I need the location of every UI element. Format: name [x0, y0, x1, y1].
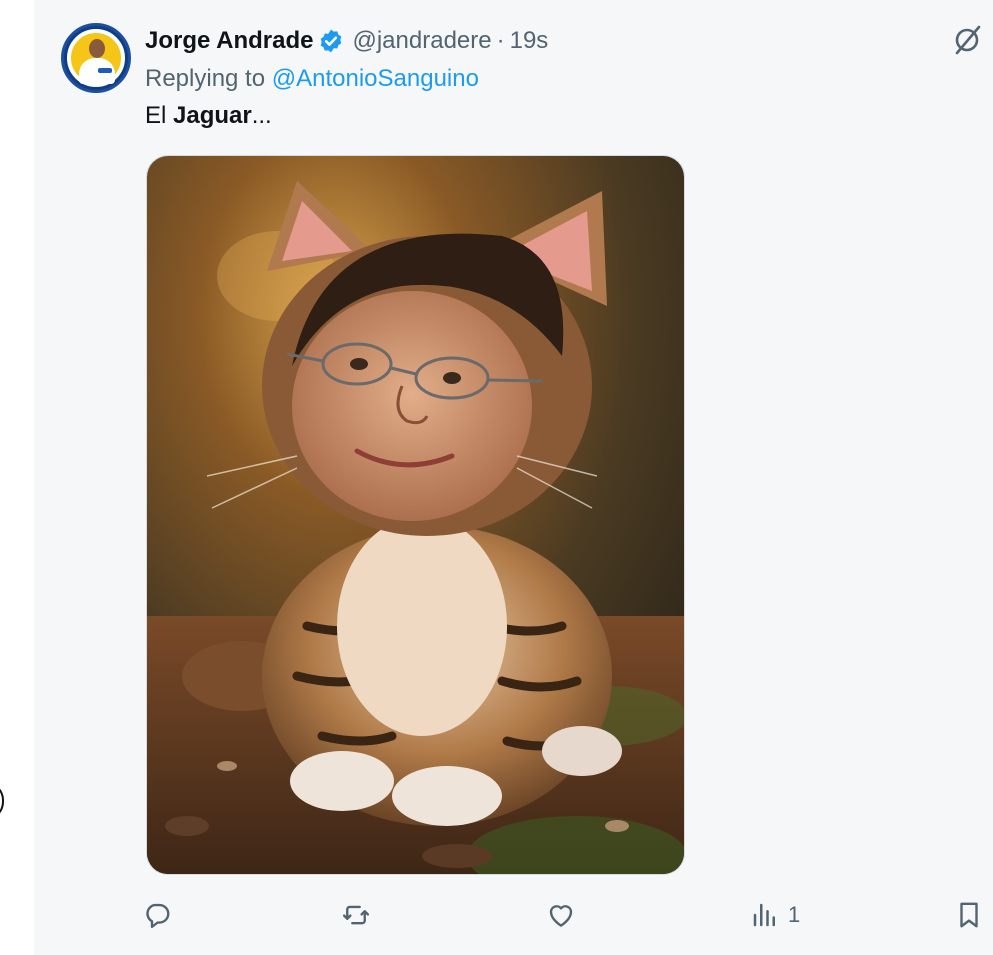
replying-prefix: Replying to [145, 65, 272, 92]
tweet-card[interactable]: Jorge Andrade @jandradere · 19s Replying… [34, 0, 993, 955]
author-handle[interactable]: @jandradere [352, 26, 491, 56]
bookmark-button[interactable] [954, 893, 984, 937]
replying-to: Replying to @AntonioSanguino [145, 64, 479, 94]
heart-icon [549, 905, 573, 927]
verified-badge-icon[interactable] [318, 28, 344, 54]
separator-dot: · [496, 27, 505, 54]
tweet-text-bold: Jaguar [173, 102, 252, 129]
avatar-logo [98, 68, 112, 73]
tweet-text-suffix: ... [251, 102, 272, 129]
reply-button[interactable] [142, 893, 172, 937]
bookmark-icon [960, 902, 978, 928]
like-button[interactable] [546, 893, 576, 937]
views-button[interactable]: 1 [750, 893, 800, 937]
avatar[interactable] [61, 23, 131, 93]
photo-icon [147, 156, 684, 874]
views-count: 1 [788, 902, 801, 927]
tweet-header: Jorge Andrade @jandradere · 19s [145, 26, 548, 56]
grok-icon[interactable] [951, 23, 985, 57]
timestamp[interactable]: 19s [510, 26, 549, 56]
retweet-button[interactable] [341, 893, 371, 937]
tweet-text: El Jaguar... [145, 101, 272, 131]
reply-icon [146, 903, 170, 929]
left-edge-fragment [0, 782, 4, 820]
mention-link[interactable]: @AntonioSanguino [272, 65, 479, 92]
avatar-head [89, 39, 105, 58]
action-bar: 1 [142, 893, 988, 937]
retweet-icon [342, 905, 370, 925]
page: Jorge Andrade @jandradere · 19s Replying… [0, 0, 993, 955]
tweet-text-prefix: El [145, 102, 174, 129]
author-name[interactable]: Jorge Andrade [145, 26, 313, 56]
tweet-media-image[interactable] [146, 155, 685, 875]
views-icon [753, 903, 775, 927]
